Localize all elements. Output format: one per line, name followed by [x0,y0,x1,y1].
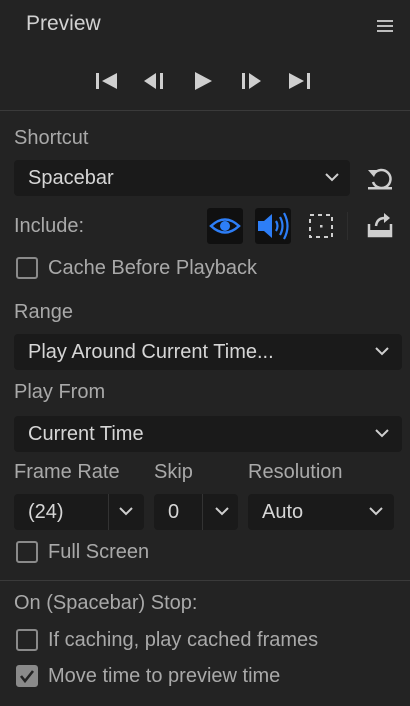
go-to-first-frame-icon [96,73,117,89]
go-to-last-frame-icon [289,73,310,89]
panel-header: Preview [0,0,410,54]
divider [0,110,410,111]
resolution-dropdown[interactable]: Auto [248,494,394,530]
range-value: Play Around Current Time... [28,341,274,363]
include-overlays-toggle[interactable] [303,208,339,244]
full-screen-checkbox[interactable] [16,541,38,563]
export-button[interactable] [362,208,398,244]
resolution-label: Resolution [248,461,343,483]
play-from-dropdown[interactable]: Current Time [14,416,402,452]
on-stop-label: On (Spacebar) Stop: [14,592,198,614]
chevron-down-icon [369,507,383,516]
export-icon [367,213,393,238]
hamburger-menu-icon[interactable] [376,18,394,34]
full-screen-label[interactable]: Full Screen [48,541,149,564]
divider [0,580,410,581]
play-from-value: Current Time [28,423,144,445]
checkmark-icon [19,670,35,684]
move-time-checkbox[interactable] [16,665,38,687]
include-audio-toggle[interactable] [255,208,291,244]
skip-value: 0 [168,501,180,523]
resolution-value: Auto [262,501,304,523]
shortcut-value: Spacebar [28,167,114,189]
frame-rate-value: (24) [28,501,64,523]
range-dropdown[interactable]: Play Around Current Time... [14,334,402,370]
previous-frame-icon [144,73,163,89]
skip-label: Skip [154,461,193,483]
transport-controls [0,64,410,98]
range-label: Range [14,301,73,323]
move-time-label[interactable]: Move time to preview time [48,665,280,688]
chevron-down-icon [215,507,229,516]
chevron-down-icon [119,507,133,516]
play-cached-frames-checkbox[interactable] [16,629,38,651]
go-to-last-frame-button[interactable] [282,64,316,98]
play-button[interactable] [186,64,220,98]
chevron-down-icon [325,173,339,182]
include-video-toggle[interactable] [207,208,243,244]
divider [108,494,109,530]
overlay-icon [309,214,333,238]
skip-dropdown[interactable]: 0 [154,494,238,530]
include-label: Include: [14,215,85,237]
chevron-down-icon [375,347,389,356]
divider [202,494,203,530]
frame-rate-label: Frame Rate [14,461,120,483]
chevron-down-icon [375,429,389,438]
shortcut-label: Shortcut [14,127,89,149]
cache-before-playback-label[interactable]: Cache Before Playback [48,257,257,280]
previous-frame-button[interactable] [138,64,172,98]
divider [347,212,348,240]
cache-before-playback-checkbox[interactable] [16,257,38,279]
next-frame-button[interactable] [234,64,268,98]
reset-icon [368,168,392,190]
shortcut-dropdown[interactable]: Spacebar [14,160,350,196]
play-cached-frames-label[interactable]: If caching, play cached frames [48,629,318,652]
play-from-label: Play From [14,381,106,403]
eye-icon [209,218,241,234]
next-frame-icon [242,73,261,89]
speaker-icon [258,212,289,240]
frame-rate-dropdown[interactable]: (24) [14,494,144,530]
preview-panel: Preview Shortcut Spacebar Include: Cache… [0,0,410,706]
panel-title: Preview [26,12,101,35]
go-to-first-frame-button[interactable] [90,64,124,98]
play-icon [195,72,212,90]
reset-shortcut-button[interactable] [362,160,398,196]
